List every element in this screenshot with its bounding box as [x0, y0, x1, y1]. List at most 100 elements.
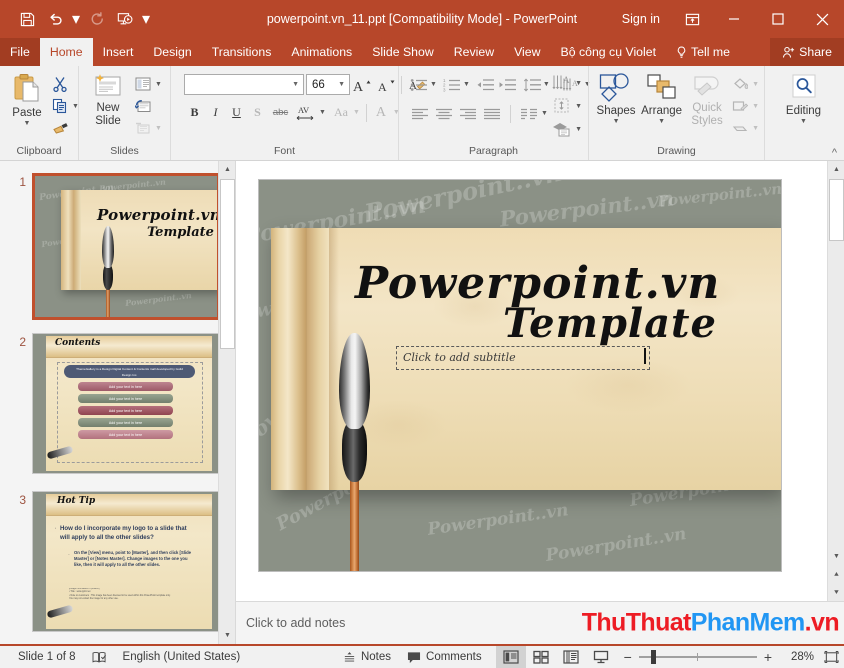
notes-toggle-button[interactable]: Notes: [335, 646, 399, 668]
thumbnail-frame-3[interactable]: Hot Tip • How do I incorporate my logo t…: [32, 491, 220, 632]
slide-thumbnail-pane[interactable]: 1 Powerpoint..vn Powerpoint..vn Powerpoi…: [0, 161, 236, 644]
tab-file[interactable]: File: [0, 38, 40, 66]
thumbnail-scrollbar[interactable]: ▲ ▼: [218, 161, 235, 644]
change-case-caret-icon[interactable]: ▼: [353, 109, 360, 116]
columns-caret-icon[interactable]: ▼: [541, 110, 548, 117]
tab-view[interactable]: View: [504, 38, 550, 66]
text-direction-vertical-caret-icon[interactable]: ▼: [575, 80, 582, 87]
subtitle-placeholder[interactable]: Click to add subtitle: [396, 346, 650, 370]
convert-smartart-caret-icon[interactable]: ▼: [575, 126, 582, 133]
zoom-slider-track[interactable]: [638, 650, 757, 664]
notes-pane[interactable]: Click to add notes ThuThuatPhanMem.vn: [236, 601, 844, 644]
zoom-level-label[interactable]: 28%: [780, 651, 814, 663]
character-spacing-caret-icon[interactable]: ▼: [319, 109, 326, 116]
character-spacing-button[interactable]: AV: [293, 102, 319, 123]
slide-scrollbar-thumb[interactable]: [829, 179, 844, 241]
decrease-indent-button[interactable]: [474, 74, 496, 95]
tab-design[interactable]: Design: [143, 38, 201, 66]
zoom-slider[interactable]: − +: [616, 650, 780, 664]
notes-placeholder[interactable]: Click to add notes: [246, 616, 345, 630]
numbering-button[interactable]: 123: [441, 74, 463, 95]
font-size-caret-icon[interactable]: ▼: [338, 81, 349, 88]
bullets-caret-icon[interactable]: ▼: [430, 81, 437, 88]
slide-sorter-view-button[interactable]: [526, 646, 556, 668]
text-direction-vertical-button[interactable]: A: [549, 72, 575, 93]
ribbon-display-options-icon[interactable]: [672, 0, 712, 38]
justify-button[interactable]: [480, 103, 504, 124]
center-button[interactable]: [432, 103, 456, 124]
tab-bo-cong-cu-violet[interactable]: Bộ công cụ Violet: [551, 38, 666, 66]
italic-button[interactable]: I: [205, 102, 226, 123]
fit-to-window-button[interactable]: [818, 646, 844, 668]
undo-dropdown-icon[interactable]: ▾: [70, 6, 82, 32]
increase-indent-button[interactable]: [496, 74, 518, 95]
previous-slide-icon[interactable]: ⯅: [828, 566, 844, 583]
thumbnail-slide-3[interactable]: 3 Hot Tip • How do I incorporate my logo…: [8, 491, 220, 632]
maximize-icon[interactable]: [756, 0, 800, 38]
redo-icon[interactable]: [84, 6, 110, 32]
font-name-caret-icon[interactable]: ▼: [292, 81, 303, 88]
font-color-button[interactable]: A: [370, 102, 392, 123]
next-slide-icon[interactable]: ⯆: [828, 584, 844, 601]
cut-button[interactable]: [49, 73, 71, 95]
section-button[interactable]: [132, 117, 154, 139]
comments-button[interactable]: Comments: [399, 646, 490, 668]
tell-me-box[interactable]: Tell me: [666, 38, 740, 66]
slide-scroll-up-icon[interactable]: ▲: [828, 161, 844, 178]
change-case-button[interactable]: Aa: [329, 102, 353, 123]
slide-canvas[interactable]: Powerpoint..vn Powerpoint..vn Powerpoint…: [259, 180, 781, 571]
line-spacing-button[interactable]: [521, 74, 543, 95]
font-name-input[interactable]: ▼: [184, 74, 304, 95]
normal-view-button[interactable]: [495, 646, 526, 668]
shape-fill-caret-icon[interactable]: ▼: [752, 81, 759, 88]
strikethrough-button[interactable]: abc: [268, 102, 293, 123]
bullets-button[interactable]: [408, 74, 430, 95]
slide-title-line2[interactable]: Template: [503, 300, 717, 347]
slide-indicator[interactable]: Slide 1 of 8: [10, 646, 84, 668]
shape-fill-button[interactable]: [729, 73, 751, 95]
copy-button[interactable]: [49, 95, 71, 117]
tab-slide-show[interactable]: Slide Show: [362, 38, 444, 66]
layout-caret-icon[interactable]: ▼: [155, 81, 162, 88]
increase-font-size-button[interactable]: A: [350, 74, 374, 95]
paste-button[interactable]: Paste ▼: [5, 71, 49, 129]
format-painter-button[interactable]: [49, 117, 71, 139]
convert-to-smartart-button[interactable]: [549, 118, 575, 139]
save-icon[interactable]: [14, 6, 40, 32]
tab-transitions[interactable]: Transitions: [202, 38, 282, 66]
shape-outline-button[interactable]: [729, 95, 751, 117]
slide-show-view-button[interactable]: [586, 646, 616, 668]
start-slideshow-icon[interactable]: [112, 6, 138, 32]
slide-scroll-down-icon[interactable]: ▼: [828, 548, 844, 565]
thumbnail-frame-1[interactable]: Powerpoint..vn Powerpoint..vn Powerpoint…: [32, 173, 220, 320]
decrease-font-size-button[interactable]: A: [374, 74, 398, 95]
reset-button[interactable]: [132, 95, 154, 117]
customize-qat-icon[interactable]: ▾: [140, 6, 152, 32]
thumbnail-scrollbar-thumb[interactable]: [220, 179, 235, 349]
thumbnail-slide-1[interactable]: 1 Powerpoint..vn Powerpoint..vn Powerpoi…: [8, 173, 220, 320]
shapes-button[interactable]: Shapes ▼: [594, 71, 638, 127]
columns-button[interactable]: [517, 103, 541, 124]
section-caret-icon[interactable]: ▼: [155, 125, 162, 132]
reading-view-button[interactable]: [556, 646, 586, 668]
undo-icon[interactable]: [42, 6, 68, 32]
collapse-ribbon-icon[interactable]: ^: [832, 147, 837, 159]
numbering-caret-icon[interactable]: ▼: [463, 81, 470, 88]
sign-in-button[interactable]: Sign in: [610, 0, 672, 38]
minimize-icon[interactable]: [712, 0, 756, 38]
arrange-button[interactable]: Arrange ▼: [638, 71, 685, 127]
bold-button[interactable]: B: [184, 102, 205, 123]
zoom-in-button[interactable]: +: [764, 650, 772, 664]
align-right-button[interactable]: [456, 103, 480, 124]
shape-effects-caret-icon[interactable]: ▼: [752, 125, 759, 132]
align-text-button[interactable]: [549, 95, 575, 116]
thumbnail-scroll-up-icon[interactable]: ▲: [219, 161, 235, 178]
language-indicator[interactable]: English (United States): [115, 646, 249, 668]
editing-caret-icon[interactable]: ▼: [800, 118, 807, 125]
spellcheck-button[interactable]: [84, 646, 115, 668]
tab-animations[interactable]: Animations: [281, 38, 362, 66]
shape-effects-button[interactable]: [729, 117, 751, 139]
arrange-caret-icon[interactable]: ▼: [658, 118, 665, 125]
new-slide-button[interactable]: New Slide: [84, 71, 132, 129]
thumbnail-scroll-down-icon[interactable]: ▼: [219, 627, 235, 644]
